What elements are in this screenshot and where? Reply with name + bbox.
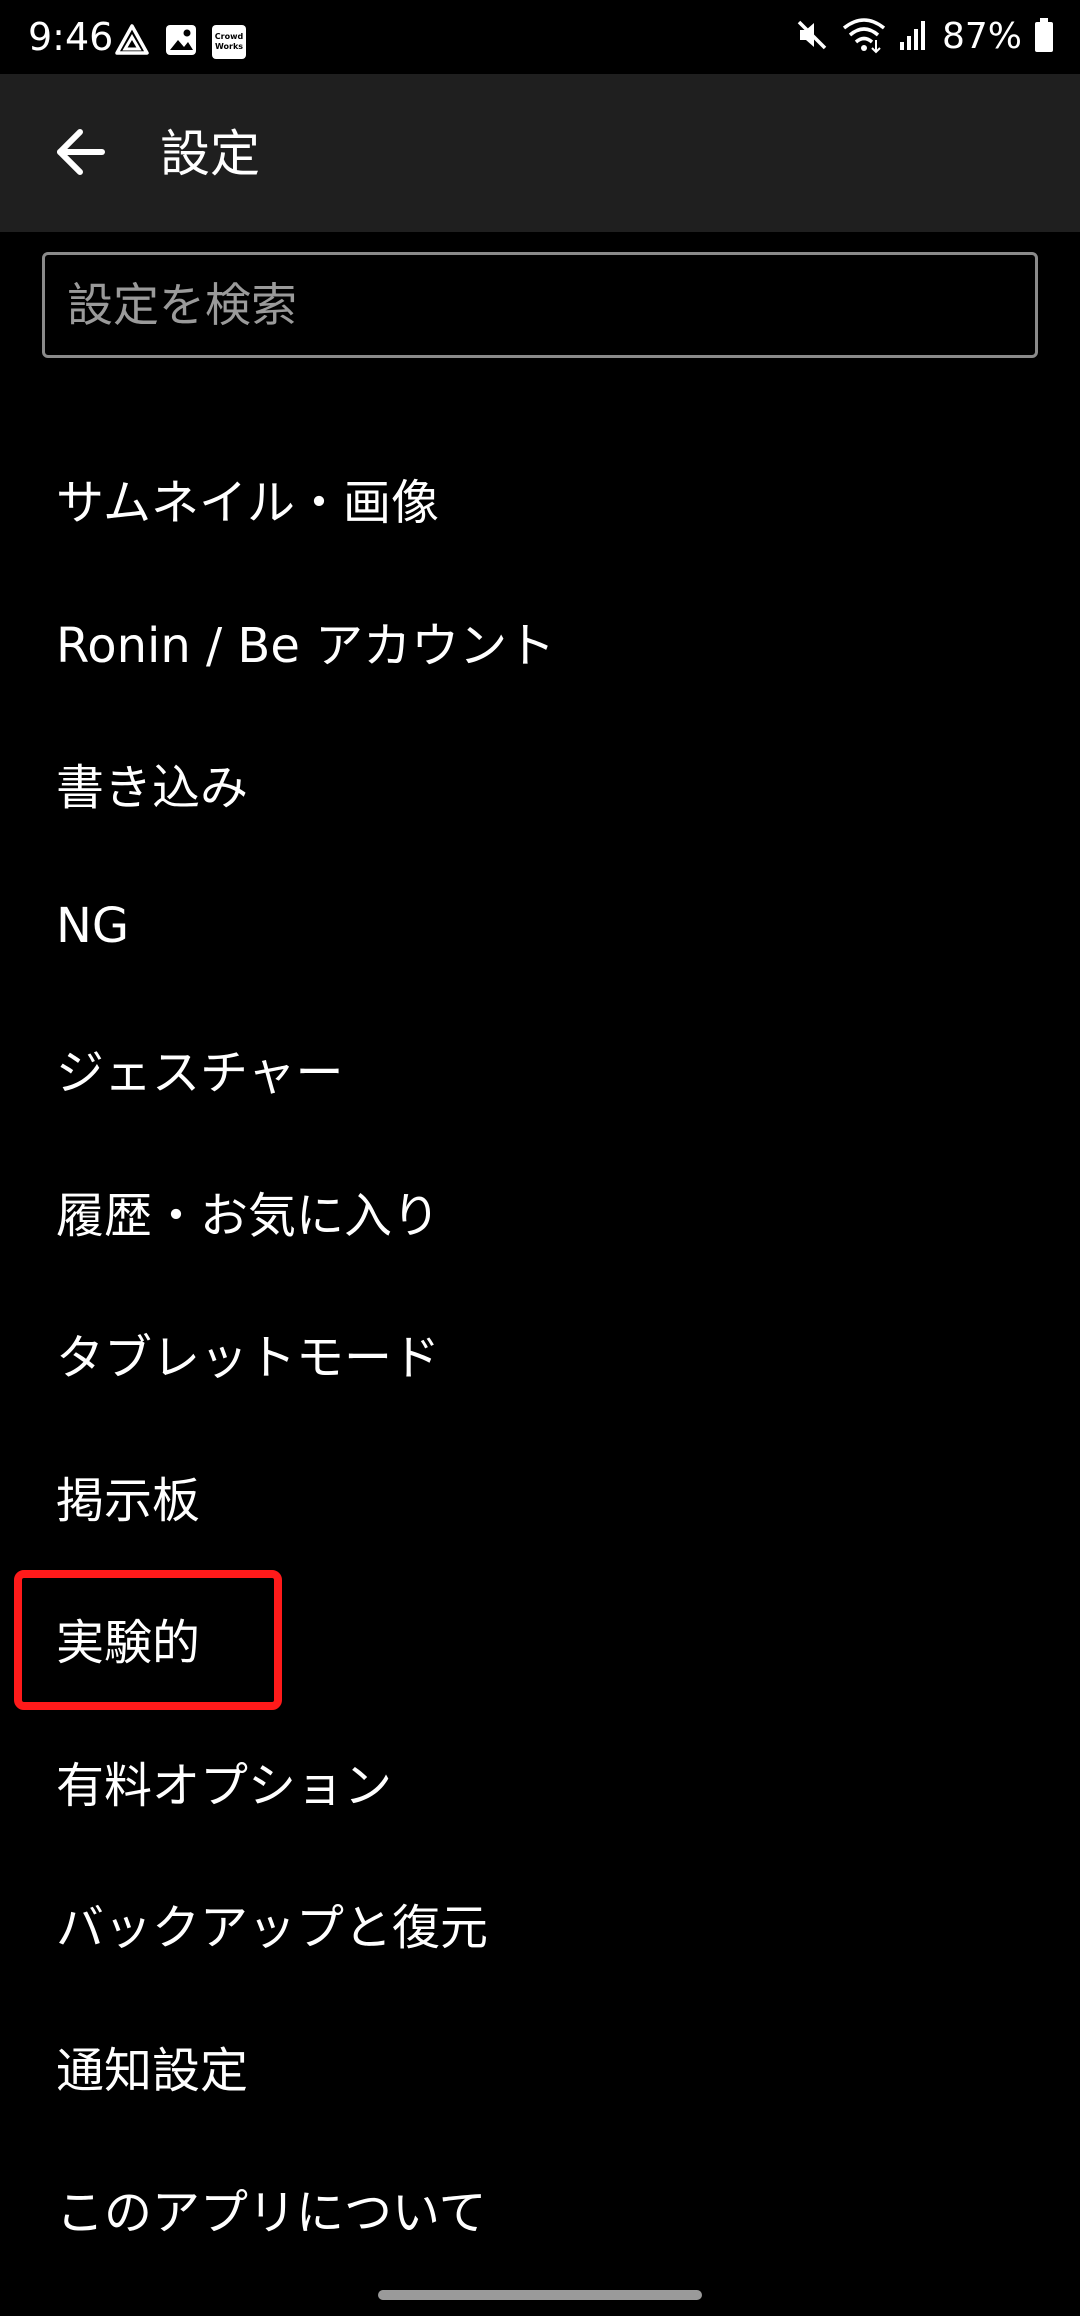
- drive-icon: [114, 23, 150, 61]
- home-indicator[interactable]: [378, 2290, 702, 2300]
- menu-item-posting[interactable]: 書き込み: [0, 712, 1080, 855]
- crowdworks-label-1: Crowd: [214, 32, 244, 41]
- menu-item-paid-options[interactable]: 有料オプション: [0, 1710, 1080, 1853]
- menu-item-label: NG: [56, 897, 130, 954]
- menu-item-thumbnail-image[interactable]: サムネイル・画像: [0, 427, 1080, 570]
- menu-item-about-app[interactable]: このアプリについて: [0, 2137, 1080, 2280]
- menu-item-tablet-mode[interactable]: タブレットモード: [0, 1282, 1080, 1425]
- battery-percent: 87%: [941, 16, 1022, 57]
- arrow-left-icon: [52, 124, 108, 184]
- menu-item-label: 掲示板: [56, 1472, 201, 1529]
- menu-item-label: 書き込み: [56, 760, 249, 817]
- search-field[interactable]: [42, 252, 1038, 358]
- crowdworks-icon: Crowd Works: [212, 25, 246, 59]
- menu-item-ng[interactable]: NG: [0, 855, 1080, 998]
- menu-item-label: 有料オプション: [56, 1757, 393, 1814]
- menu-item-label: ジェスチャー: [56, 1045, 344, 1102]
- menu-item-label: タブレットモード: [56, 1330, 441, 1387]
- menu-item-gesture[interactable]: ジェスチャー: [0, 997, 1080, 1140]
- notification-icons: Crowd Works: [114, 22, 246, 62]
- image-icon: [164, 23, 198, 61]
- battery-icon: [1034, 17, 1054, 57]
- menu-item-label: バックアップと復元: [56, 1900, 489, 1957]
- wifi-icon: [842, 16, 886, 58]
- menu-item-bulletin-board[interactable]: 掲示板: [0, 1425, 1080, 1568]
- status-bar: 9:46 Crowd Works 87%: [0, 0, 1080, 74]
- menu-item-label: 通知設定: [56, 2042, 249, 2099]
- menu-item-backup-restore[interactable]: バックアップと復元: [0, 1852, 1080, 1995]
- menu-item-label: 履歴・お気に入り: [56, 1187, 441, 1244]
- menu-item-ronin-be-account[interactable]: Ronin / Be アカウント: [0, 570, 1080, 713]
- menu-item-experimental[interactable]: 実験的: [0, 1567, 1080, 1710]
- menu-item-label: Ronin / Be アカウント: [56, 617, 556, 674]
- app-bar: 設定: [0, 74, 1080, 232]
- mute-icon: [794, 17, 830, 57]
- status-time: 9:46: [28, 15, 114, 59]
- menu-item-label: 実験的: [56, 1615, 201, 1672]
- back-button[interactable]: [40, 114, 120, 194]
- menu-item-label: サムネイル・画像: [56, 475, 440, 532]
- page-title: 設定: [160, 125, 260, 183]
- menu-item-label: このアプリについて: [56, 2185, 487, 2242]
- signal-icon: [898, 18, 930, 56]
- system-status-icons: 87%: [794, 14, 1054, 60]
- menu-item-history-favorites[interactable]: 履歴・お気に入り: [0, 1140, 1080, 1283]
- menu-item-notification-settings[interactable]: 通知設定: [0, 1995, 1080, 2138]
- crowdworks-label-2: Works: [214, 42, 244, 51]
- search-input[interactable]: [45, 255, 1035, 355]
- settings-menu: サムネイル・画像 Ronin / Be アカウント 書き込み NG ジェスチャー…: [0, 427, 1080, 2280]
